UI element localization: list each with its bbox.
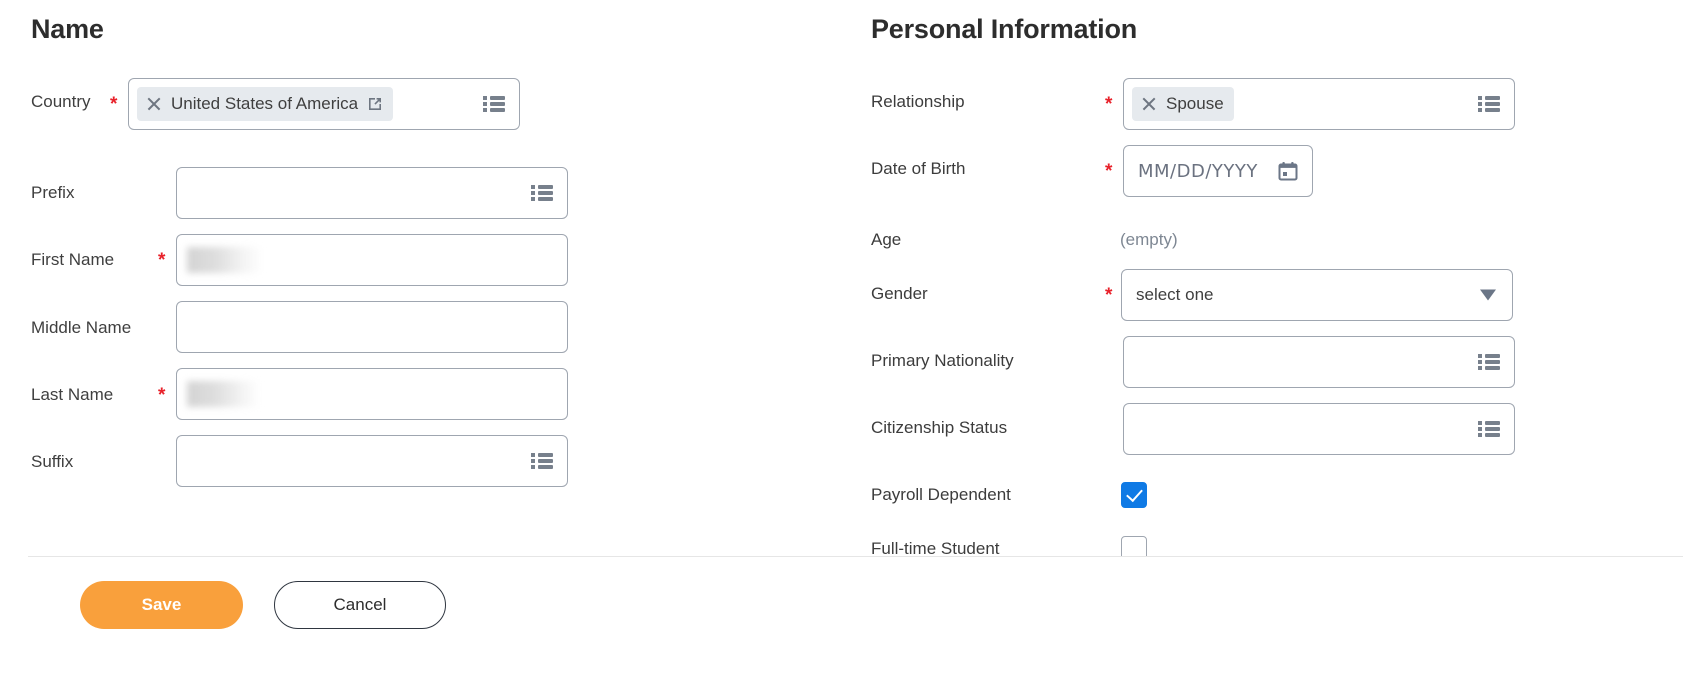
- citizenship-status-label: Citizenship Status: [871, 418, 1008, 437]
- date-of-birth-required-marker: *: [1105, 161, 1113, 182]
- country-value-pill[interactable]: United States of America: [137, 87, 394, 121]
- close-icon[interactable]: [1138, 93, 1160, 115]
- redacted-value: [187, 247, 261, 273]
- primary-nationality-label: Primary Nationality: [871, 351, 1014, 370]
- prefix-label: Prefix: [31, 183, 75, 202]
- field-row-relationship: Relationship: [871, 92, 965, 112]
- first-name-input[interactable]: [176, 234, 568, 286]
- save-button[interactable]: Save: [80, 581, 243, 629]
- field-row-gender: Gender: [871, 284, 928, 304]
- form-footer: Save Cancel: [0, 557, 1683, 680]
- field-row-date-of-birth: Date of Birth: [871, 159, 966, 179]
- last-name-input[interactable]: [176, 368, 568, 420]
- country-required-marker: *: [110, 94, 118, 115]
- dependent-form-page: Name Country * United States of America: [0, 0, 1683, 680]
- relationship-input[interactable]: Spouse: [1123, 78, 1515, 130]
- form-scroll-area[interactable]: Name Country * United States of America: [0, 0, 1683, 594]
- suffix-input[interactable]: [176, 435, 568, 487]
- country-label: Country: [31, 92, 91, 111]
- citizenship-status-input[interactable]: [1123, 403, 1515, 455]
- page-title-name: Name: [31, 14, 104, 44]
- gender-label: Gender: [871, 284, 928, 303]
- prompt-list-icon[interactable]: [483, 96, 505, 112]
- field-row-first-name: First Name: [31, 250, 114, 270]
- gender-selected-value: select one: [1136, 285, 1214, 304]
- field-row-country: Country: [31, 92, 91, 112]
- relationship-value-text: Spouse: [1166, 94, 1224, 113]
- relationship-required-marker: *: [1105, 94, 1113, 115]
- first-name-label: First Name: [31, 250, 115, 269]
- field-row-primary-nationality: Primary Nationality: [871, 351, 1014, 371]
- age-label: Age: [871, 230, 902, 249]
- last-name-label: Last Name: [31, 385, 114, 404]
- external-link-icon[interactable]: [367, 96, 383, 112]
- relationship-label: Relationship: [871, 92, 965, 111]
- country-input[interactable]: United States of America: [128, 78, 520, 130]
- payroll-dependent-checkbox[interactable]: [1121, 482, 1147, 508]
- prompt-list-icon[interactable]: [1478, 421, 1500, 437]
- prompt-list-icon[interactable]: [531, 453, 553, 469]
- age-value: (empty): [1120, 230, 1178, 249]
- primary-nationality-input[interactable]: [1123, 336, 1515, 388]
- page-title-personal-information: Personal Information: [871, 14, 1138, 44]
- calendar-icon[interactable]: [1278, 161, 1298, 181]
- field-row-citizenship-status: Citizenship Status: [871, 418, 1007, 438]
- redacted-value: [187, 381, 259, 407]
- last-name-required-marker: *: [158, 385, 166, 406]
- prompt-list-icon[interactable]: [531, 185, 553, 201]
- field-row-suffix: Suffix: [31, 452, 73, 472]
- middle-name-input[interactable]: [176, 301, 568, 353]
- cancel-button[interactable]: Cancel: [274, 581, 446, 629]
- field-row-payroll-dependent: Payroll Dependent: [871, 485, 1011, 505]
- payroll-dependent-label: Payroll Dependent: [871, 485, 1011, 504]
- suffix-label: Suffix: [31, 452, 74, 471]
- date-of-birth-placeholder: MM/DD/YYYY: [1138, 160, 1258, 182]
- chevron-down-icon[interactable]: [1480, 289, 1496, 301]
- date-of-birth-input[interactable]: MM/DD/YYYY: [1123, 145, 1313, 197]
- prompt-list-icon[interactable]: [1478, 354, 1500, 370]
- gender-required-marker: *: [1105, 285, 1113, 306]
- field-row-middle-name: Middle Name: [31, 318, 131, 338]
- date-of-birth-label: Date of Birth: [871, 159, 966, 178]
- field-row-age: Age: [871, 230, 901, 250]
- country-value-text: United States of America: [171, 94, 359, 113]
- middle-name-label: Middle Name: [31, 318, 132, 337]
- relationship-value-pill[interactable]: Spouse: [1132, 87, 1234, 121]
- prefix-input[interactable]: [176, 167, 568, 219]
- close-icon[interactable]: [143, 93, 165, 115]
- field-row-prefix: Prefix: [31, 183, 74, 203]
- field-row-last-name: Last Name: [31, 385, 113, 405]
- prompt-list-icon[interactable]: [1478, 96, 1500, 112]
- gender-select[interactable]: select one: [1121, 269, 1513, 321]
- first-name-required-marker: *: [158, 250, 166, 271]
